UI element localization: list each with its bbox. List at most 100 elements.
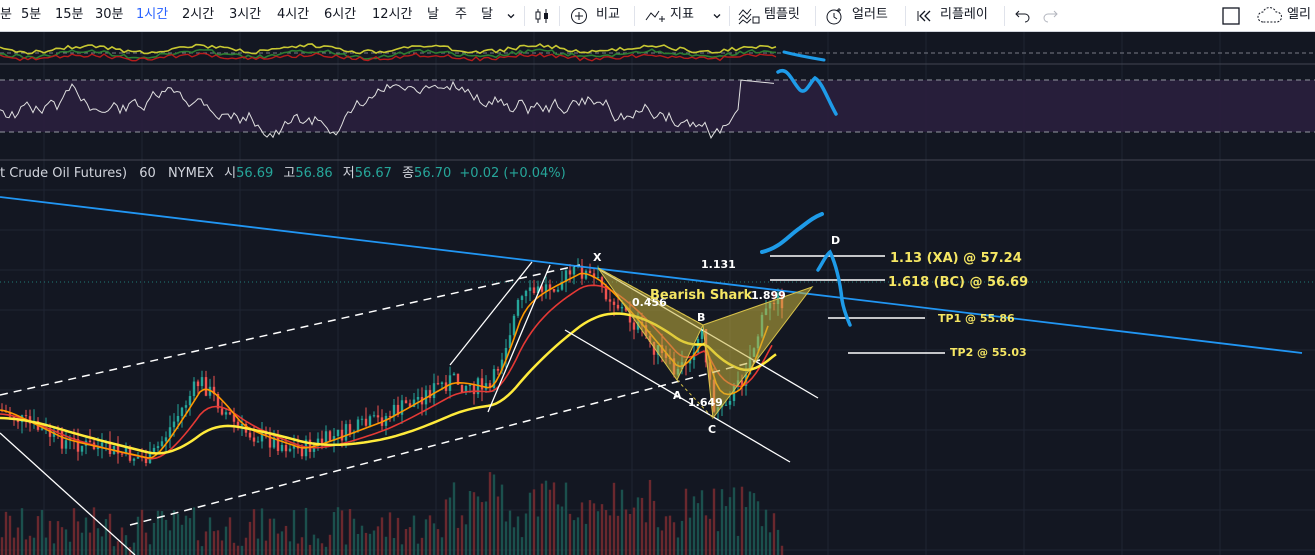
- volume-bar: [240, 545, 244, 555]
- volume-bar: [500, 484, 504, 555]
- symbol-name[interactable]: t Crude Oil Futures): [0, 166, 127, 181]
- hand-drawn-up-arrow[interactable]: [760, 212, 824, 254]
- volume-bar: [492, 474, 496, 555]
- volume-bar: [460, 515, 464, 555]
- candle-body: [132, 458, 136, 461]
- volume-bar: [664, 516, 668, 555]
- ratio-bc-label: 1.649: [688, 396, 723, 409]
- templates-icon[interactable]: [738, 0, 760, 32]
- volume-bar: [376, 526, 380, 555]
- compare-plus-icon[interactable]: [570, 0, 588, 32]
- indicators-chevron-down-icon[interactable]: [711, 0, 723, 32]
- candle-body: [528, 287, 532, 291]
- volume-bar: [508, 510, 512, 555]
- volume-bar: [12, 537, 16, 555]
- interval-4h[interactable]: 4시간: [277, 0, 309, 32]
- point-c-label: C: [708, 423, 717, 436]
- volume-bar: [632, 507, 636, 555]
- candle-body: [516, 299, 520, 316]
- volume-bar: [520, 537, 524, 555]
- volume-bar: [708, 518, 712, 555]
- candle-body: [284, 445, 288, 452]
- indicators-button[interactable]: 지표: [670, 0, 694, 32]
- volume-bar: [56, 521, 60, 555]
- high-value: 56.86: [295, 166, 333, 181]
- volume-bar: [60, 527, 64, 555]
- interval-30m[interactable]: 30분: [95, 0, 124, 32]
- volume-bar: [496, 496, 500, 555]
- templates-button[interactable]: 템플릿: [764, 0, 800, 32]
- volume-bar: [256, 538, 260, 555]
- candle-body: [436, 383, 440, 385]
- point-d-label: D: [831, 234, 841, 247]
- volume-bar: [636, 497, 640, 555]
- volume-bar: [180, 524, 184, 555]
- interval-3h[interactable]: 3시간: [229, 0, 261, 32]
- volume-bar: [640, 497, 644, 555]
- volume-bar: [196, 540, 200, 555]
- target-tp2-label: TP2 @ 55.03: [950, 346, 1027, 359]
- interval-day[interactable]: 날: [427, 0, 439, 32]
- candle-body: [616, 304, 620, 309]
- volume-bar: [652, 500, 656, 555]
- alert-clock-icon[interactable]: [825, 0, 845, 32]
- candle-body: [172, 421, 176, 428]
- interval-month[interactable]: 달: [481, 0, 493, 32]
- interval-1h[interactable]: 1시간: [136, 0, 168, 32]
- candle-body: [248, 432, 252, 438]
- volume-bar: [324, 546, 328, 555]
- candle-body: [588, 270, 592, 274]
- volume-bar: [312, 534, 316, 555]
- volume-bar: [588, 500, 592, 555]
- cloud-icon[interactable]: [1257, 0, 1283, 32]
- interval-2h[interactable]: 2시간: [182, 0, 214, 32]
- volume-bar: [76, 521, 80, 555]
- redo-icon[interactable]: [1041, 0, 1059, 32]
- candle-body: [152, 447, 156, 453]
- candle-body: [228, 412, 232, 415]
- candles-icon[interactable]: [533, 0, 551, 32]
- volume-bar: [124, 535, 128, 555]
- high-label: 고: [283, 166, 296, 181]
- alert-button[interactable]: 얼러트: [852, 0, 888, 32]
- indicators-icon[interactable]: [645, 0, 665, 32]
- replay-icon[interactable]: [916, 0, 934, 32]
- ellipse-label[interactable]: 엘리: [1287, 0, 1311, 32]
- volume-bar: [676, 537, 680, 555]
- volume-bar: [372, 530, 376, 555]
- volume-bar: [776, 529, 780, 555]
- volume-bar: [448, 497, 452, 555]
- volume-bar: [616, 515, 620, 555]
- target-bc-label: 1.618 (BC) @ 56.69: [888, 275, 1029, 290]
- volume-bar: [72, 508, 76, 555]
- replay-button[interactable]: 리플레이: [940, 0, 988, 32]
- candle-body: [56, 430, 60, 432]
- undo-icon[interactable]: [1014, 0, 1032, 32]
- volume-bar: [92, 507, 96, 555]
- volume-bar: [672, 522, 676, 555]
- volume-bar: [192, 507, 196, 555]
- candle-body: [448, 375, 452, 391]
- interval-12h[interactable]: 12시간: [372, 0, 412, 32]
- compare-button[interactable]: 비교: [596, 0, 620, 32]
- interval-5m[interactable]: 5분: [21, 0, 41, 32]
- volume-bar: [516, 516, 520, 555]
- hand-drawn-down-stroke[interactable]: [816, 249, 852, 327]
- interval-15m[interactable]: 15분: [55, 0, 84, 32]
- open-label: 시: [224, 166, 237, 181]
- candle-body: [280, 445, 284, 451]
- fullscreen-square-icon[interactable]: [1221, 0, 1241, 32]
- volume-bar: [264, 540, 268, 555]
- candle-body: [472, 384, 476, 395]
- intervals-chevron-down-icon[interactable]: [505, 0, 517, 32]
- volume-bar: [0, 537, 4, 555]
- interval-6h[interactable]: 6시간: [324, 0, 356, 32]
- volume-bar: [168, 530, 172, 555]
- hand-drawn-osc-stroke[interactable]: [782, 50, 826, 62]
- volume-bar: [340, 510, 344, 555]
- volume-bar: [356, 533, 360, 555]
- volume-bar: [456, 527, 460, 555]
- interval-1m[interactable]: 분: [0, 0, 12, 32]
- volume-bar: [316, 538, 320, 555]
- interval-week[interactable]: 주: [455, 0, 467, 32]
